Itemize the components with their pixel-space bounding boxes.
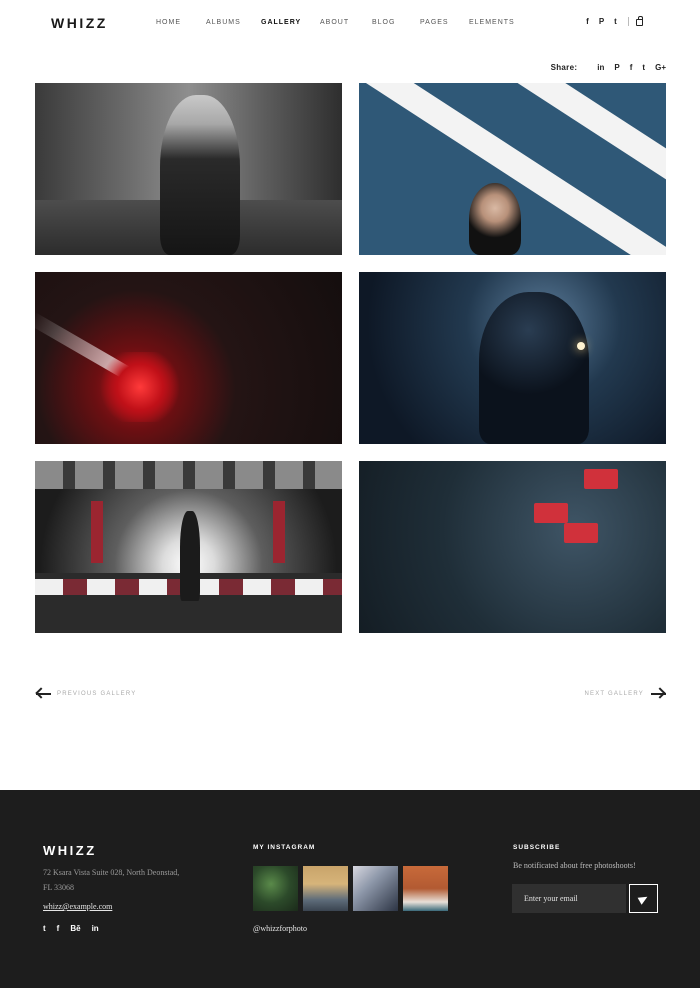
- next-gallery-link[interactable]: NEXT GALLERY: [584, 687, 666, 700]
- nav-item-elements[interactable]: ELEMENTS: [469, 19, 529, 26]
- site-header: WHIZZ HOME ALBUMS GALLERY ABOUT BLOG PAG…: [0, 0, 700, 48]
- shopping-bag-icon[interactable]: [636, 16, 643, 26]
- share-label: Share:: [550, 63, 578, 72]
- nav-item-about[interactable]: ABOUT: [320, 19, 372, 26]
- instagram-thumb[interactable]: [303, 866, 348, 911]
- arrow-right-icon: [650, 687, 666, 700]
- footer-email-link[interactable]: whizz@example.com: [43, 902, 112, 911]
- photo-subject: [160, 95, 240, 255]
- subscribe-button[interactable]: [629, 884, 658, 913]
- subscribe-text: Be notificated about free photoshoots!: [513, 861, 636, 870]
- footer-address: 72 Ksara Vista Suite 028, North Deonstad…: [43, 865, 213, 895]
- site-footer: WHIZZ 72 Ksara Vista Suite 028, North De…: [0, 790, 700, 988]
- photo-light-spot: [577, 342, 585, 350]
- linkedin-icon[interactable]: in: [597, 63, 604, 72]
- instagram-handle[interactable]: @whizzforphoto: [253, 924, 307, 933]
- nav-item-home[interactable]: HOME: [156, 19, 206, 26]
- photo-pillar: [91, 501, 103, 563]
- photo-silhouette-blue[interactable]: [359, 272, 666, 444]
- facebook-icon[interactable]: f: [584, 17, 591, 26]
- subscribe-title: SUBSCRIBE: [513, 844, 561, 851]
- header-social: f P t: [584, 16, 643, 26]
- nav-item-gallery[interactable]: GALLERY: [261, 19, 320, 26]
- behance-icon[interactable]: Bē: [70, 924, 80, 933]
- photo-subject: [180, 511, 200, 601]
- photo-red-glow: [95, 352, 185, 422]
- twitter-icon[interactable]: t: [642, 63, 645, 72]
- nav-item-blog[interactable]: BLOG: [372, 19, 420, 26]
- facebook-icon[interactable]: f: [57, 924, 60, 933]
- photo-rickshaw: [534, 503, 568, 523]
- instagram-title: MY INSTAGRAM: [253, 844, 316, 851]
- footer-logo[interactable]: WHIZZ: [43, 843, 97, 858]
- photo-ceiling: [35, 461, 342, 489]
- photo-subject: [469, 183, 521, 255]
- instagram-thumb[interactable]: [353, 866, 398, 911]
- instagram-feed: [253, 866, 453, 911]
- paper-plane-icon: [637, 892, 650, 905]
- facebook-icon[interactable]: f: [630, 63, 633, 72]
- twitter-icon[interactable]: t: [43, 924, 46, 933]
- pinterest-icon[interactable]: P: [598, 17, 605, 26]
- header-divider: [628, 17, 629, 26]
- photo-pillar: [273, 501, 285, 563]
- nav-item-pages[interactable]: PAGES: [420, 19, 469, 26]
- photo-dancer-parking[interactable]: [35, 461, 342, 633]
- previous-gallery-link[interactable]: PREVIOUS GALLERY: [35, 687, 137, 700]
- arrow-left-icon: [35, 687, 51, 700]
- gallery-pagination: PREVIOUS GALLERY NEXT GALLERY: [35, 687, 666, 704]
- site-logo[interactable]: WHIZZ: [51, 15, 108, 31]
- address-line: FL 33068: [43, 883, 75, 892]
- nav-item-albums[interactable]: ALBUMS: [206, 19, 261, 26]
- photo-rickshaws-rain[interactable]: [359, 461, 666, 633]
- twitter-icon[interactable]: t: [612, 17, 619, 26]
- previous-gallery-label: PREVIOUS GALLERY: [57, 691, 137, 697]
- address-line: 72 Ksara Vista Suite 028, North Deonstad…: [43, 868, 180, 877]
- photo-rickshaw: [564, 523, 598, 543]
- photo-rickshaw: [584, 469, 618, 489]
- photo-woman-striped-wall[interactable]: [359, 83, 666, 255]
- email-field[interactable]: [512, 884, 626, 913]
- main-nav: HOME ALBUMS GALLERY ABOUT BLOG PAGES ELE…: [156, 19, 529, 26]
- google-plus-icon[interactable]: G+: [655, 63, 666, 72]
- photo-woman-street[interactable]: [35, 83, 342, 255]
- linkedin-icon[interactable]: in: [92, 924, 99, 933]
- instagram-thumb[interactable]: [403, 866, 448, 911]
- instagram-thumb[interactable]: [253, 866, 298, 911]
- pinterest-icon[interactable]: P: [614, 63, 619, 72]
- footer-social: t f Bē in: [43, 924, 110, 933]
- share-bar: Share: in P f t G+: [551, 63, 666, 72]
- photo-child-red-light[interactable]: [35, 272, 342, 444]
- next-gallery-label: NEXT GALLERY: [584, 691, 644, 697]
- photo-subject: [479, 292, 589, 444]
